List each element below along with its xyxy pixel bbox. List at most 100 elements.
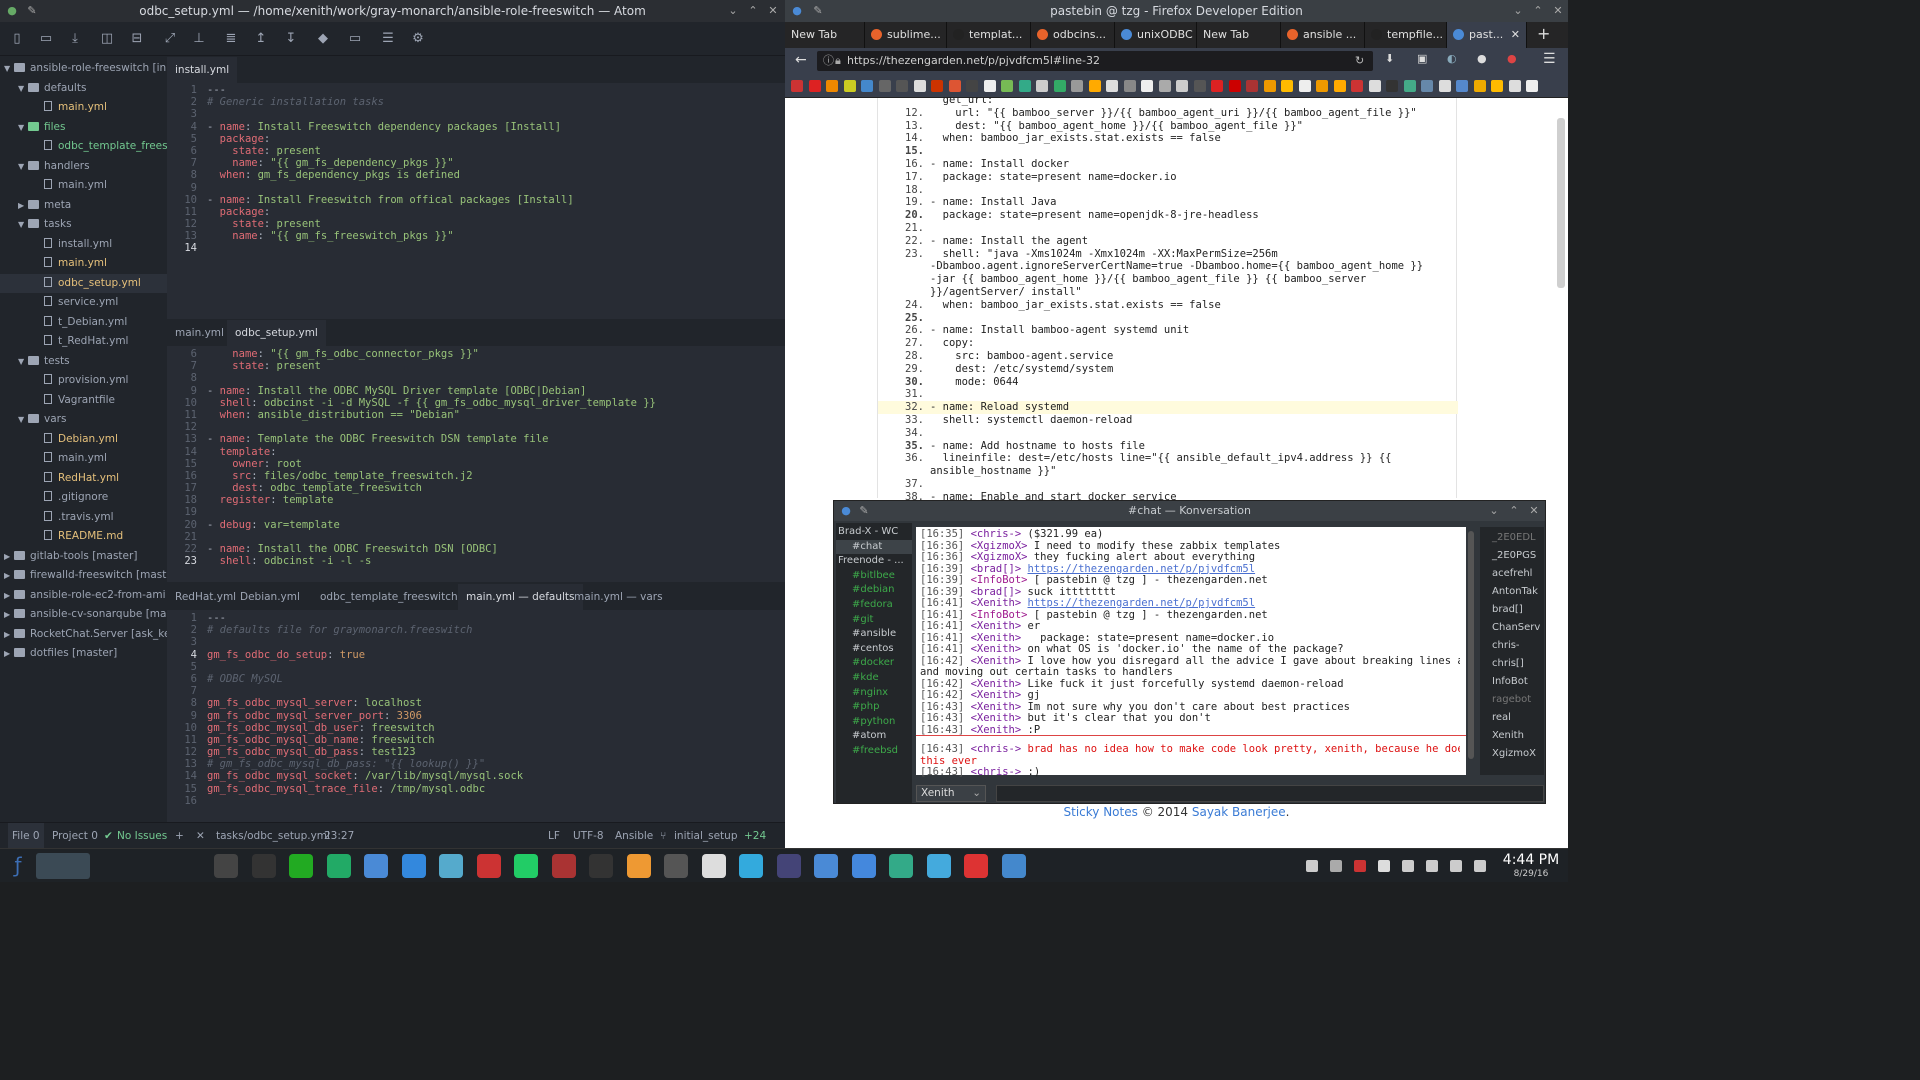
taskbar-app-icon[interactable] xyxy=(439,854,463,878)
chat-nick[interactable]: <Xenith> xyxy=(971,713,1022,724)
bookmark-icon[interactable] xyxy=(791,80,803,92)
taskbar-app-icon[interactable] xyxy=(739,854,763,878)
add-icon[interactable]: + xyxy=(175,823,184,849)
tree-icon[interactable]: ⊥ xyxy=(190,30,208,48)
taskbar-app-icon[interactable] xyxy=(551,854,576,878)
reload-icon[interactable]: ↻ xyxy=(1355,51,1364,71)
nick-item[interactable]: brad[] xyxy=(1484,601,1544,619)
settings-icon[interactable]: ⚙ xyxy=(409,30,427,48)
tree-item[interactable]: t_RedHat.yml xyxy=(0,332,167,352)
chat-nick[interactable]: <brad[]> xyxy=(971,587,1022,598)
code-editor[interactable]: name: "{{ gm_fs_odbc_connector_pkgs }}" … xyxy=(207,348,656,567)
tray-icon[interactable] xyxy=(1426,860,1438,872)
bookmark-icon[interactable] xyxy=(1386,80,1398,92)
file-count[interactable]: File 0 xyxy=(8,823,44,849)
tree-item[interactable]: ▼ defaults xyxy=(0,79,167,99)
channel-item[interactable]: #freebsd xyxy=(836,744,912,759)
firefox-titlebar[interactable]: pastebin @ tzg - Firefox Developer Editi… xyxy=(785,0,1568,22)
chat-nick[interactable]: <Xenith> xyxy=(971,621,1022,632)
chat-nick[interactable]: <InfoBot> xyxy=(971,575,1028,586)
bookmark-icon[interactable] xyxy=(1228,80,1241,92)
taskbar-app-icon[interactable] xyxy=(514,854,538,878)
nick-item[interactable]: real xyxy=(1484,709,1544,727)
bookmark-icon[interactable] xyxy=(843,80,856,92)
channel-item[interactable]: #centos xyxy=(836,642,912,657)
git-branch[interactable]: initial_setup xyxy=(674,823,738,849)
browser-tab[interactable]: tempfile... xyxy=(1365,22,1447,48)
bookmark-icon[interactable] xyxy=(1123,80,1136,92)
taskbar-app-icon[interactable] xyxy=(814,854,838,878)
editor-tab[interactable]: main.yml — defaults xyxy=(458,584,583,610)
chat-link[interactable]: https://thezengarden.net/p/pjvdfcm5l xyxy=(1028,598,1256,609)
tree-item[interactable]: odbc_setup.yml xyxy=(0,273,167,293)
code-editor[interactable]: --- # defaults file for graymonarch.frees… xyxy=(207,612,523,807)
bookmark-icon[interactable] xyxy=(1001,80,1013,92)
menu-icon[interactable]: ☰ xyxy=(379,30,397,48)
maximize-button[interactable]: ⌃ xyxy=(1530,3,1546,19)
nick-item[interactable]: _2E0EDL xyxy=(1484,529,1544,547)
chat-nick[interactable]: <Xenith> xyxy=(971,598,1022,609)
bookmark-icon[interactable] xyxy=(1351,80,1363,92)
nick-item[interactable]: chris- xyxy=(1484,637,1544,655)
git-diff[interactable]: +24 xyxy=(744,823,766,849)
tree-item[interactable]: service.yml xyxy=(0,293,167,313)
chat-link[interactable]: https://thezengarden.net/p/pjvdfcm5l xyxy=(1028,564,1256,575)
taskbar-app-icon[interactable] xyxy=(1001,854,1026,878)
channel-item[interactable]: #bitlbee xyxy=(836,569,912,584)
clock[interactable]: 4:44 PM 8/29/16 xyxy=(1497,852,1565,880)
server-item[interactable]: Freenode - ... xyxy=(836,554,912,569)
minimize-button[interactable]: ⌄ xyxy=(1510,3,1526,19)
tree-item[interactable]: main.yml xyxy=(0,176,167,196)
line-ending[interactable]: LF xyxy=(548,823,560,849)
taskbar-app-icon[interactable] xyxy=(364,854,388,878)
chat-scrollbar[interactable] xyxy=(1468,531,1474,759)
channel-item[interactable]: #kde xyxy=(836,671,912,686)
pin-icon[interactable]: ✎ xyxy=(810,3,826,19)
tree-item[interactable]: ▼ files xyxy=(0,118,167,138)
cursor-position[interactable]: 23:27 xyxy=(324,823,354,849)
tree-item[interactable]: main.yml xyxy=(0,254,167,274)
nick-item[interactable]: ragebot xyxy=(1484,691,1544,709)
tree-item[interactable]: ▼ handlers xyxy=(0,157,167,177)
chat-nick[interactable]: <chris-> xyxy=(971,767,1022,778)
maximize-button[interactable]: ⌃ xyxy=(745,3,761,19)
pin-icon[interactable]: ✎ xyxy=(856,503,872,519)
tree-item[interactable]: RedHat.yml xyxy=(0,469,167,489)
tree-item[interactable]: ▼ tasks xyxy=(0,215,167,235)
close-button[interactable]: ✕ xyxy=(1550,3,1566,19)
tree-item[interactable]: provision.yml xyxy=(0,371,167,391)
chat-nick[interactable]: <chris-> xyxy=(971,744,1022,755)
menu-icon[interactable]: ☰ xyxy=(1543,51,1556,67)
minimize-button[interactable]: ⌄ xyxy=(1486,503,1502,519)
nick-item[interactable]: chris[] xyxy=(1484,655,1544,673)
tray-icon[interactable] xyxy=(1402,860,1414,872)
channel-item[interactable]: #atom xyxy=(836,729,912,744)
terminal-icon[interactable]: ▭ xyxy=(346,30,364,48)
taskbar-app-icon[interactable] xyxy=(851,854,876,878)
addon-icon[interactable]: ● xyxy=(1507,52,1517,65)
tray-icon[interactable] xyxy=(1354,860,1366,872)
nick-item[interactable]: AntonTak xyxy=(1484,583,1544,601)
tab-install-yml[interactable]: install.yml xyxy=(167,57,238,83)
chat-nick[interactable]: <InfoBot> xyxy=(971,610,1028,621)
chat-nick[interactable]: <XgizmoX> xyxy=(971,541,1028,552)
chat-nick[interactable]: <Xenith> xyxy=(971,656,1022,667)
extension-icon[interactable]: ◐ xyxy=(1447,52,1457,65)
tree-item[interactable]: ▼ ansible-role-freeswitch [initial xyxy=(0,59,167,79)
tree-item[interactable]: ▶ firewalld-freeswitch [master] xyxy=(0,566,167,586)
bookmark-icon[interactable] xyxy=(896,80,908,92)
git-pull-icon[interactable]: ↧ xyxy=(282,30,300,48)
tree-item[interactable]: odbc_template_freeswi xyxy=(0,137,167,157)
bookmark-icon[interactable] xyxy=(1246,80,1258,92)
code-editor[interactable]: --- # Generic installation tasks - name: I… xyxy=(207,84,574,255)
channel-item[interactable]: #debian xyxy=(836,583,912,598)
layout-icon[interactable]: ⊟ xyxy=(128,30,146,48)
bookmark-icon[interactable] xyxy=(1438,80,1451,92)
bookmark-icon[interactable] xyxy=(1053,80,1066,92)
bookmark-icon[interactable] xyxy=(983,80,996,92)
browser-tab[interactable]: odbcins... xyxy=(1031,22,1115,48)
channel-item[interactable]: #chat xyxy=(836,539,912,555)
git-icon[interactable]: ◆ xyxy=(314,30,332,48)
chat-nick[interactable]: <Xenith> xyxy=(971,633,1022,644)
close-icon[interactable]: ✕ xyxy=(196,823,205,849)
